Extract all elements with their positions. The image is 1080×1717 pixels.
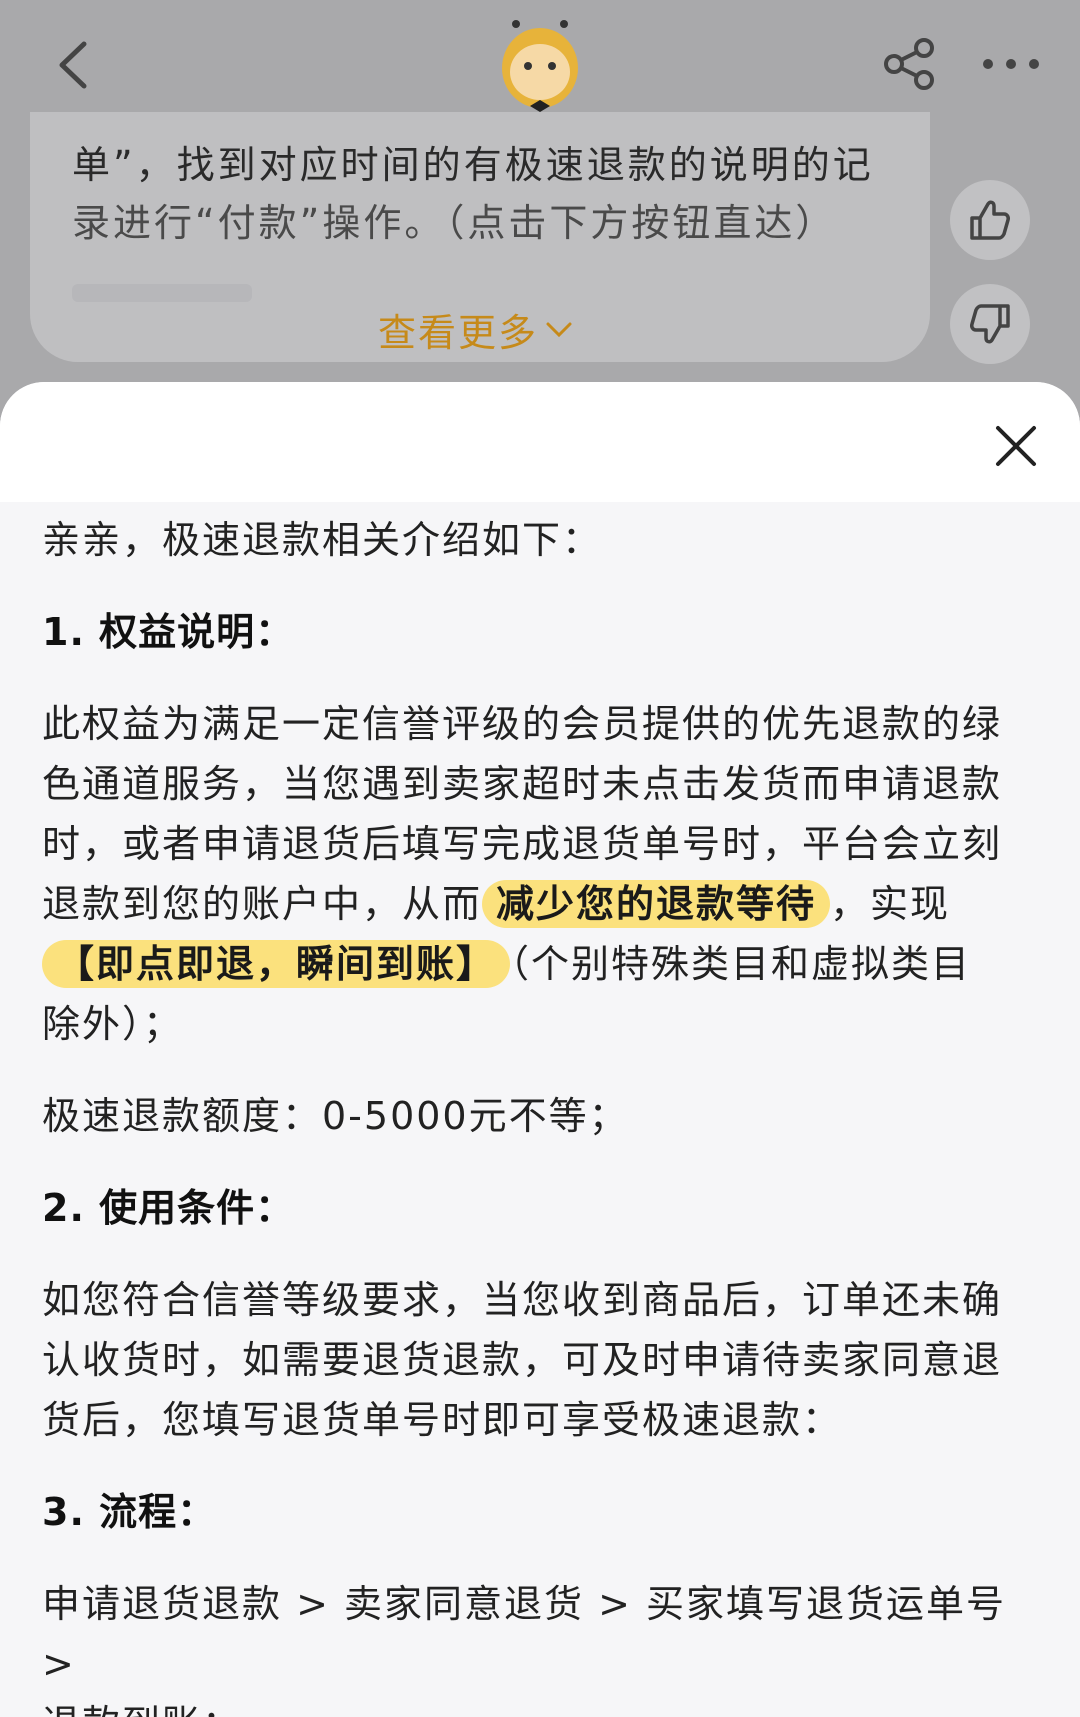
paragraph-line: 退款到您的账户中，从而 减少您的退款等待 ，实现 [42,874,1042,934]
paragraph-line: 认收货时，如需要退货退款，可及时申请待卖家同意退 [42,1338,1003,1382]
view-more-label: 查看更多 [378,311,539,355]
section-paragraph: 申请退货退款 > 卖家同意退货 > 买家填写退货运单号 > 退款到账； [42,1574,1042,1717]
paragraph-line: 时，或者申请退货后填写完成退货单号时，平台会立刻 [42,822,1003,866]
close-icon[interactable] [990,420,1042,472]
paragraph-line: 除外）； [42,1002,184,1046]
dislike-button[interactable] [950,284,1030,364]
more-icon[interactable] [976,34,1046,94]
section-title: 3. 流程： [42,1490,217,1534]
thumbs-up-icon [970,200,1010,240]
quota-text: 极速退款额度：0-5000元不等； [42,1094,629,1138]
chevron-down-icon [546,322,572,337]
paragraph-text: （个别特殊类目和虚拟类目 [510,942,972,986]
faded-text [72,284,252,302]
top-nav-bar [0,0,1080,122]
section-title: 1. 权益说明： [42,610,295,654]
mascot-logo [494,14,586,114]
answer-text-line: 单”，找到对应时间的有极速退款的说明的记 [72,143,874,187]
back-arrow-icon[interactable] [48,30,108,100]
paragraph-line: 如您符合信誉等级要求，当您收到商品后，订单还未确 [42,1278,1003,1322]
thumbs-down-icon [970,304,1010,344]
section-paragraph: 如您符合信誉等级要求，当您收到商品后，订单还未确 认收货时，如需要退货退款，可及… [42,1270,1042,1450]
section-paragraph: 此权益为满足一定信誉评级的会员提供的优先退款的绿 色通道服务，当您遇到卖家超时未… [42,694,1042,1054]
intro-text: 亲亲，极速退款相关介绍如下： [42,518,603,562]
bottom-sheet: 亲亲，极速退款相关介绍如下： 1. 权益说明： 此权益为满足一定信誉评级的会员提… [0,382,1080,1717]
share-icon[interactable] [880,34,940,94]
answer-text-line: 录进行“付款”操作。（点击下方按钮直达） [72,201,837,245]
paragraph-line: 色通道服务，当您遇到卖家超时未点击发货而申请退款 [42,762,1003,806]
paragraph-line: 货后，您填写退货单号时即可享受极速退款： [42,1398,843,1442]
paragraph-text: ，实现 [830,882,951,926]
paragraph-line: 此权益为满足一定信誉评级的会员提供的优先退款的绿 [42,702,1003,746]
paragraph-line: 申请退货退款 > 卖家同意退货 > 买家填写退货运单号 > [42,1582,1006,1686]
section-title: 2. 使用条件： [42,1186,295,1230]
sheet-content: 亲亲，极速退款相关介绍如下： 1. 权益说明： 此权益为满足一定信誉评级的会员提… [42,510,1042,1717]
paragraph-line: 退款到账； [42,1694,1042,1717]
paragraph-text: 退款到您的账户中，从而 [42,882,483,926]
highlight-badge: 【即点即退，瞬间到账】 [42,940,511,988]
sheet-header [0,382,1080,502]
highlight-badge: 减少您的退款等待 [482,880,831,928]
view-more-link[interactable]: 查看更多 [378,302,574,357]
answer-card: 单”，找到对应时间的有极速退款的说明的记 录进行“付款”操作。（点击下方按钮直达… [30,112,930,362]
paragraph-line: 【即点即退，瞬间到账】 （个别特殊类目和虚拟类目 [42,934,1042,994]
like-button[interactable] [950,180,1030,260]
